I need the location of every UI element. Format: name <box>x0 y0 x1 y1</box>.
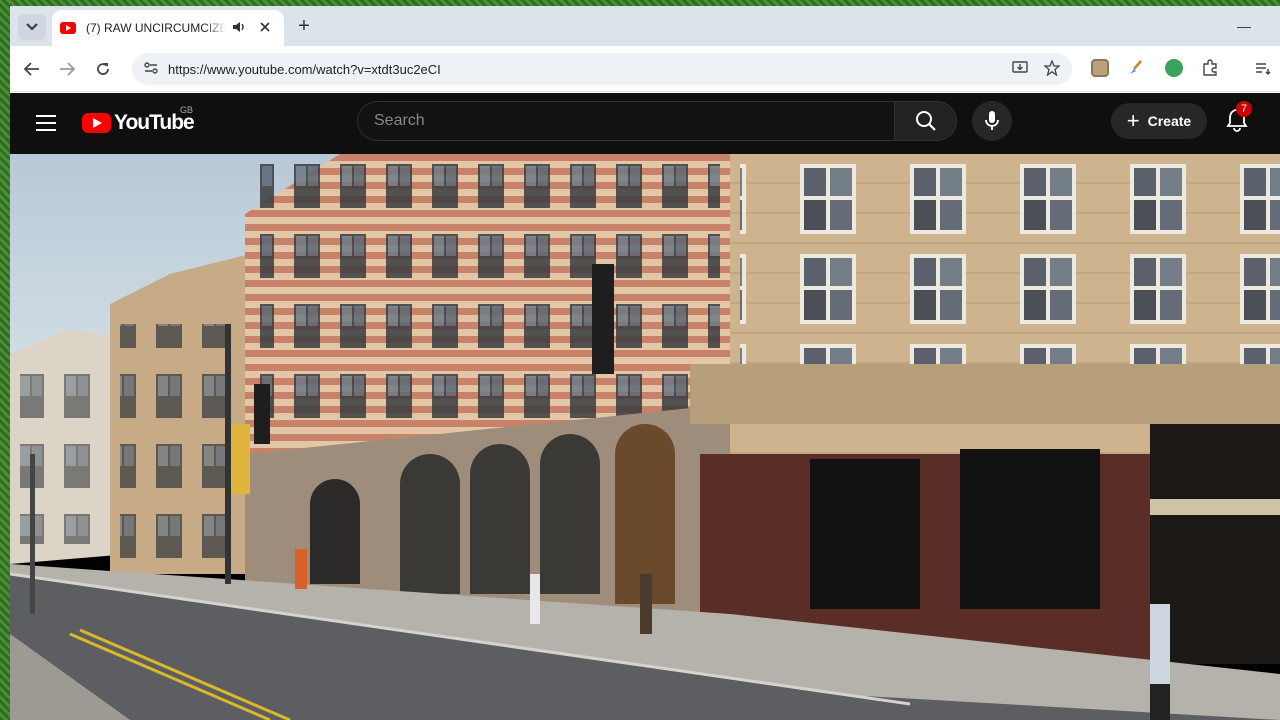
search-icon <box>915 111 936 131</box>
search-button[interactable] <box>894 101 957 141</box>
bookmark-star-icon[interactable] <box>1040 58 1064 79</box>
hamburger-menu-icon[interactable] <box>34 111 58 135</box>
country-code: GB <box>180 105 194 115</box>
extension-brush-icon[interactable] <box>1127 59 1145 77</box>
youtube-header: YouTube GB Search + Create 7 <box>10 93 1280 154</box>
search-input[interactable]: Search <box>357 101 894 141</box>
browser-window: (7) RAW UNCIRCUMCIZED I + — <box>10 6 1280 720</box>
forward-button[interactable] <box>54 56 80 82</box>
extension-1-icon[interactable] <box>1091 59 1109 77</box>
back-button[interactable] <box>19 56 45 82</box>
plus-icon: + <box>1126 108 1140 133</box>
speaker-icon[interactable] <box>232 21 248 36</box>
close-icon[interactable] <box>258 19 272 37</box>
arrow-right-icon <box>60 62 75 76</box>
chevron-down-icon <box>26 23 38 31</box>
minimize-button[interactable]: — <box>1232 14 1256 38</box>
reload-icon <box>97 63 109 75</box>
tab-strip: (7) RAW UNCIRCUMCIZED I + — <box>10 6 1280 46</box>
address-bar[interactable]: https://www.youtube.com/watch?v=xtdt3uc2… <box>132 53 1072 85</box>
tab-search-button[interactable] <box>18 14 46 40</box>
microphone-icon <box>985 111 999 130</box>
create-button[interactable]: + Create <box>1111 103 1207 139</box>
arrow-left-icon <box>24 62 39 76</box>
youtube-play-logo-icon <box>82 113 111 133</box>
install-app-icon[interactable] <box>1008 60 1032 78</box>
youtube-logo[interactable]: YouTube <box>82 110 195 136</box>
create-label: Create <box>1147 113 1192 129</box>
reading-list-icon[interactable] <box>1254 59 1272 77</box>
reload-button[interactable] <box>90 56 116 82</box>
new-tab-button[interactable]: + <box>292 14 316 38</box>
notification-badge: 7 <box>1236 101 1252 117</box>
video-player[interactable] <box>10 154 1280 720</box>
tab-youtube[interactable]: (7) RAW UNCIRCUMCIZED I <box>52 10 284 46</box>
extension-green-icon[interactable] <box>1165 59 1183 77</box>
puzzle-icon[interactable] <box>1201 59 1219 77</box>
browser-toolbar: https://www.youtube.com/watch?v=xtdt3uc2… <box>10 46 1280 92</box>
site-info-icon[interactable] <box>142 61 160 77</box>
url-text: https://www.youtube.com/watch?v=xtdt3uc2… <box>168 61 441 77</box>
video-frame-street-scene <box>10 154 1280 720</box>
tab-title: (7) RAW UNCIRCUMCIZED I <box>86 21 226 35</box>
voice-search-button[interactable] <box>972 101 1012 141</box>
desktop-background <box>0 0 10 720</box>
youtube-favicon-icon <box>60 22 76 34</box>
